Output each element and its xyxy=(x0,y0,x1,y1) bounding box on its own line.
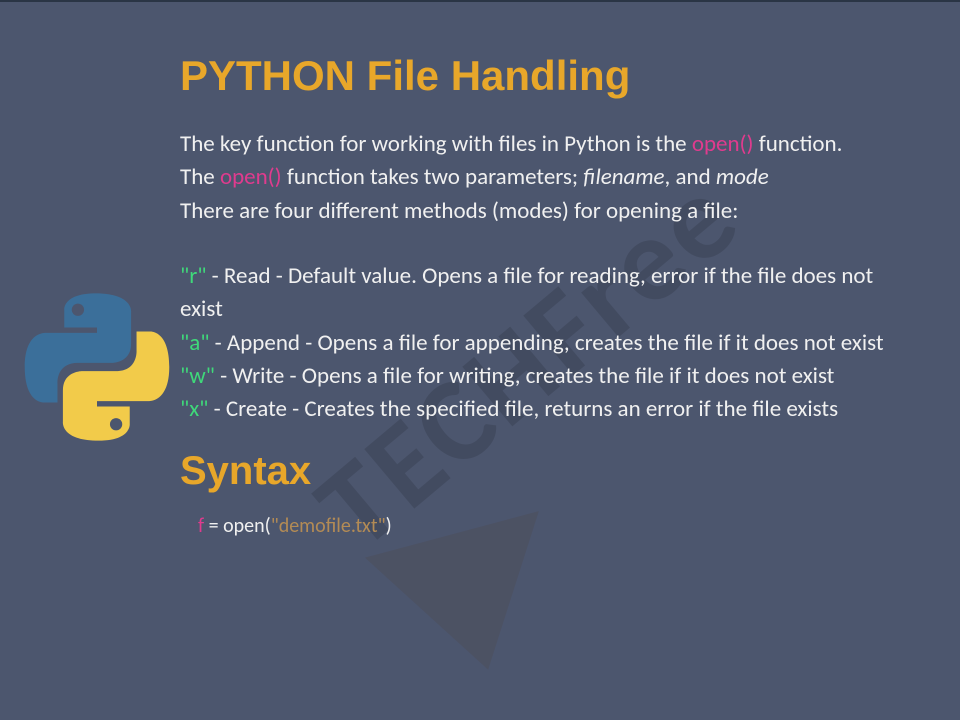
code-text: = open( xyxy=(204,514,271,538)
modes-list: "r" - Read - Default value. Opens a file… xyxy=(180,260,900,427)
intro-text: There are four different methods (modes)… xyxy=(180,197,738,225)
syntax-heading: Syntax xyxy=(180,449,900,494)
intro-paragraph: The key function for working with files … xyxy=(180,128,900,228)
code-string: "demofile.txt" xyxy=(271,514,386,538)
mode-quote: "r" xyxy=(180,262,206,290)
open-fn-highlight: open() xyxy=(220,163,282,191)
code-text: ) xyxy=(386,514,392,538)
intro-text: function takes two parameters; xyxy=(282,163,584,191)
open-fn-highlight: open() xyxy=(692,130,759,158)
mode-desc: - Append - Opens a file for appending, c… xyxy=(209,329,883,357)
slide-content: PYTHON File Handling The key function fo… xyxy=(0,2,960,558)
page-title: PYTHON File Handling xyxy=(180,52,900,100)
mode-w: "w" - Write - Opens a file for writing, … xyxy=(180,360,900,393)
mode-desc: - Create - Creates the specified file, r… xyxy=(208,395,838,423)
mode-r: "r" - Read - Default value. Opens a file… xyxy=(180,260,900,327)
mode-x: "x" - Create - Creates the specified fil… xyxy=(180,393,900,426)
intro-text: function. xyxy=(759,130,843,158)
param-mode: mode xyxy=(716,163,769,191)
intro-text: The key function for working with files … xyxy=(180,130,692,158)
mode-quote: "w" xyxy=(180,362,215,390)
mode-desc: - Write - Opens a file for writing, crea… xyxy=(215,362,835,390)
intro-text: The xyxy=(180,163,220,191)
intro-text: , and xyxy=(665,163,716,191)
param-filename: filename xyxy=(583,163,664,191)
syntax-code-line: f = open("demofile.txt") xyxy=(198,514,900,538)
mode-desc: - Read - Default value. Opens a file for… xyxy=(180,262,873,323)
mode-quote: "a" xyxy=(180,329,209,357)
mode-quote: "x" xyxy=(180,395,208,423)
mode-a: "a" - Append - Opens a file for appendin… xyxy=(180,327,900,360)
